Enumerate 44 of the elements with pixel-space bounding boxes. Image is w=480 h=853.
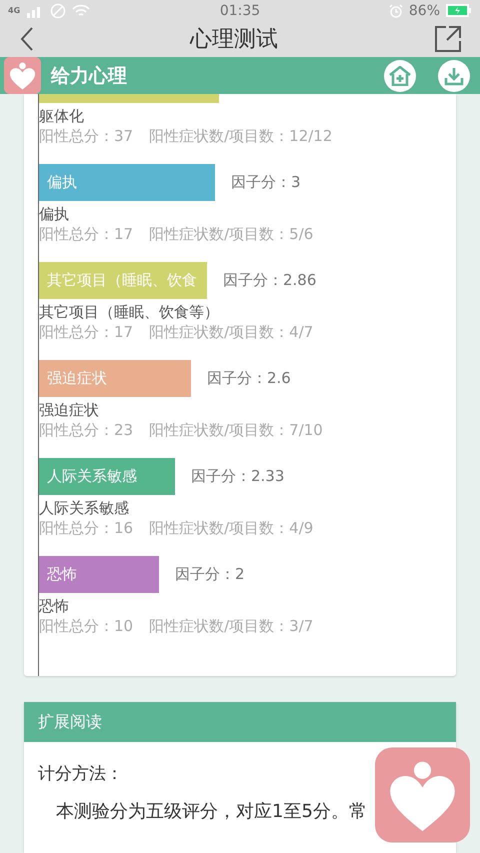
factor-score: 因子分：2.33 [191,467,284,486]
network-label: 4G [8,6,20,14]
score-bar: 强迫症状 [39,360,191,397]
positive-total: 阳性总分：16 [39,518,134,538]
paragraph: 本测验分为五级评分，对应1至5分。常 [55,800,368,823]
factor-score: 因子分：2.86 [223,271,316,290]
section-header: 扩展阅读 [24,702,456,742]
positive-total: 阳性总分：23 [39,420,134,440]
symptom-ratio: 阳性症状数/项目数：4/9 [149,518,314,538]
wifi-icon [72,4,90,18]
positive-total: 阳性总分：37 [39,126,134,146]
blocked-icon [50,2,66,18]
factor-score: 因子分：3 [231,173,301,192]
symptom-ratio: 阳性症状数/项目数：4/7 [149,322,314,342]
symptom-ratio: 阳性症状数/项目数：7/10 [149,420,323,440]
symptom-ratio: 阳性症状数/项目数：12/12 [149,126,332,146]
home-icon [389,66,411,86]
score-bar: 其它项目（睡眠、饮食 [39,262,207,299]
factor-name: 其它项目（睡眠、饮食等） [39,302,220,322]
positive-total: 阳性总分：10 [39,616,134,636]
score-bar: 偏执 [39,164,215,201]
alarm-icon [388,4,403,18]
positive-total: 阳性总分：17 [39,224,134,244]
factor-name: 恐怖 [39,596,70,616]
clock-time: 01:35 [220,2,260,18]
factor-score: 因子分：2.6 [207,369,291,388]
positive-total: 阳性总分：17 [39,322,134,342]
factor-score: 因子分：2 [175,565,245,584]
factor-name: 躯体化 [39,106,85,126]
battery-percent: 86% [408,2,440,18]
brand-name: 给力心理 [51,64,128,88]
download-button[interactable] [438,60,470,92]
factor-name: 人际关系敏感 [39,498,130,518]
symptom-ratio: 阳性症状数/项目数：5/6 [149,224,314,244]
section-heading: 计分方法： [38,763,124,785]
score-bar: 恐怖 [39,556,159,593]
factor-name: 偏执 [39,204,70,224]
download-icon [444,66,464,86]
home-button[interactable] [384,60,416,92]
factor-name: 强迫症状 [39,400,100,420]
battery-icon [446,4,472,17]
score-bar: 人际关系敏感 [39,458,175,495]
page-title: 心理测试 [190,26,278,54]
symptom-ratio: 阳性症状数/项目数：3/7 [149,616,314,636]
